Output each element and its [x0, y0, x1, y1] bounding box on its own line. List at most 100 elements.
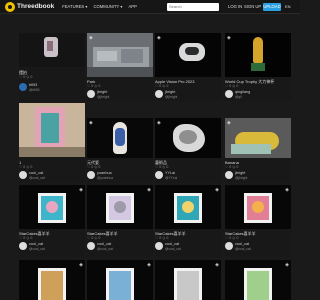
user-handle: @jbright	[235, 176, 248, 180]
nav-community[interactable]: COMMUNITY ▾	[94, 4, 123, 9]
user-name[interactable]: qingliang	[235, 90, 250, 94]
model-thumbnail[interactable]	[19, 33, 85, 67]
main-nav: FEATURES ▾ COMMUNITY ▾ APP	[62, 4, 143, 9]
user-name[interactable]: cool_cat	[235, 242, 249, 246]
model-thumbnail[interactable]: ◈	[87, 260, 153, 300]
card-stats: ♡ 0 ◎ 0	[155, 236, 169, 240]
model-thumbnail[interactable]: ◈	[19, 260, 85, 300]
nav-app[interactable]: APP	[129, 4, 137, 9]
model-thumbnail[interactable]: ◈	[155, 33, 221, 77]
model-card[interactable]: ◈	[19, 260, 85, 300]
user-avatar[interactable]	[87, 171, 95, 179]
user-avatar[interactable]	[155, 171, 163, 179]
model-thumbnail[interactable]: ◈	[225, 118, 291, 158]
model-thumbnail[interactable]: ◈	[225, 185, 291, 229]
model-type-icon: ◈	[89, 120, 93, 126]
model-thumbnail[interactable]	[19, 103, 85, 157]
user-handle: @jbright	[165, 95, 178, 99]
model-type-icon: ◈	[157, 35, 161, 41]
model-card[interactable]: ◈	[87, 260, 153, 300]
model-type-icon: ◈	[285, 262, 289, 268]
model-type-icon: ◈	[215, 262, 219, 268]
model-card[interactable]: ◈ 元代瓷 ♡ 0 ◎ 0 yuanhua @yuanhua	[87, 118, 153, 183]
user-name[interactable]: cool_cat	[29, 242, 43, 246]
model-card[interactable]: ◈ Banana ♡ 0 ◎ 0 jbright @jbright	[225, 118, 291, 183]
card-stats: ♡ 0 ◎ 0	[87, 84, 101, 88]
user-handle: @jbright	[97, 95, 110, 99]
user-name[interactable]: cool_cat	[97, 242, 111, 246]
user-handle: @cool_cat	[29, 176, 45, 180]
model-card[interactable]: ◈	[225, 260, 291, 300]
model-type-icon: ◈	[215, 187, 219, 193]
user-name[interactable]: cool_cat	[165, 242, 179, 246]
user-avatar[interactable]	[155, 90, 163, 98]
model-card[interactable]: ◈ World Cup Trophy 大力神杯 ♡ 0 ◎ 0 qinglian…	[225, 33, 291, 101]
user-avatar[interactable]	[19, 83, 27, 91]
user-name[interactable]: jbright	[165, 90, 175, 94]
model-type-icon: ◈	[147, 262, 151, 268]
card-stats: ♡ 0 ◎ 0	[19, 75, 33, 79]
model-type-icon: ◈	[79, 187, 83, 193]
model-thumbnail[interactable]: ◈	[225, 260, 291, 300]
model-type-icon: ◈	[89, 35, 93, 41]
user-avatar[interactable]	[19, 242, 27, 250]
user-name[interactable]: bfi53	[29, 83, 37, 87]
site-logo[interactable]: Threedbook	[5, 1, 55, 12]
model-thumbnail[interactable]: ◈	[155, 260, 221, 300]
model-type-icon: ◈	[227, 35, 231, 41]
model-card[interactable]: ◈ 藝術品 ♡ 0 ◎ 0 YYLai @YYLai	[155, 118, 221, 183]
user-name[interactable]: jbright	[235, 171, 245, 175]
card-stats: ♡ 0 ◎ 0	[87, 165, 101, 169]
upload-button[interactable]: UPLOAD	[263, 3, 281, 11]
card-stats: ♡ 0 ◎ 0	[155, 165, 169, 169]
card-stats: ♡ 0 ◎ 0	[19, 165, 33, 169]
user-handle: @YYLai	[165, 176, 178, 180]
nav-features[interactable]: FEATURES ▾	[62, 4, 87, 9]
user-avatar[interactable]	[225, 171, 233, 179]
model-thumbnail[interactable]: ◈	[19, 185, 85, 229]
user-avatar[interactable]	[19, 171, 27, 179]
user-name[interactable]: yuanhua	[97, 171, 112, 175]
model-thumbnail[interactable]: ◈	[87, 118, 153, 158]
user-name[interactable]: cool_cat	[29, 171, 43, 175]
user-handle: @cool_cat	[165, 247, 181, 251]
user-avatar[interactable]	[225, 90, 233, 98]
card-stats: ♡ 0 ◎ 0	[225, 165, 239, 169]
model-type-icon: ◈	[147, 187, 151, 193]
user-avatar[interactable]	[87, 242, 95, 250]
model-card[interactable]: ◈ Park ♡ 0 ◎ 0 jbright @jbright	[87, 33, 153, 101]
model-thumbnail[interactable]: ◈	[225, 33, 291, 77]
model-thumbnail[interactable]: ◈	[155, 185, 221, 229]
model-card[interactable]: ◈	[155, 260, 221, 300]
user-handle: @qli	[235, 95, 242, 99]
login-link[interactable]: LOG IN	[228, 4, 242, 9]
search-input[interactable]	[167, 3, 219, 11]
model-card[interactable]: 摆拍 ♡ 0 ◎ 0 bfi53 @bfi53	[19, 33, 85, 101]
user-avatar[interactable]	[155, 242, 163, 250]
card-stats: ♡ 0 ◎ 0	[225, 236, 239, 240]
language-selector[interactable]: EN	[285, 3, 297, 11]
model-card[interactable]: ◈ Apple Vision Pro 2023 ♡ 0 ◎ 0 jbright …	[155, 33, 221, 101]
user-name[interactable]: YYLai	[165, 171, 175, 175]
signup-link[interactable]: SIGN UP	[244, 4, 261, 9]
model-thumbnail[interactable]: ◈	[87, 33, 153, 77]
model-thumbnail[interactable]: ◈	[155, 118, 221, 158]
model-type-icon: ◈	[157, 120, 161, 126]
model-card[interactable]: ◈ StarCakes喜羊羊 ♡ 0 ◎ 0 cool_cat @cool_ca…	[155, 185, 221, 257]
model-card[interactable]: ◈ StarCakes喜羊羊 ♡ 0 ◎ 0 cool_cat @cool_ca…	[225, 185, 291, 257]
model-card[interactable]: 1 ♡ 0 ◎ 0 cool_cat @cool_cat	[19, 103, 85, 183]
model-type-icon: ◈	[227, 120, 231, 126]
user-handle: @bfi53	[29, 88, 40, 92]
user-handle: @yuanhua	[97, 176, 113, 180]
model-type-icon: ◈	[285, 187, 289, 193]
user-avatar[interactable]	[225, 242, 233, 250]
model-card[interactable]: ◈ StarCakes喜羊羊 ♡ 0 ◎ 0 cool_cat @cool_ca…	[19, 185, 85, 257]
user-avatar[interactable]	[87, 90, 95, 98]
logo-text: Threedbook	[17, 3, 55, 10]
model-card[interactable]: ◈ StarCakes喜羊羊 ♡ 0 ◎ 0 cool_cat @cool_ca…	[87, 185, 153, 257]
user-name[interactable]: jbright	[97, 90, 107, 94]
card-stats: ♡ 0 ◎ 0	[155, 84, 169, 88]
logo-icon	[5, 1, 15, 12]
model-thumbnail[interactable]: ◈	[87, 185, 153, 229]
card-stats: ♡ 0 ◎ 0	[225, 84, 239, 88]
